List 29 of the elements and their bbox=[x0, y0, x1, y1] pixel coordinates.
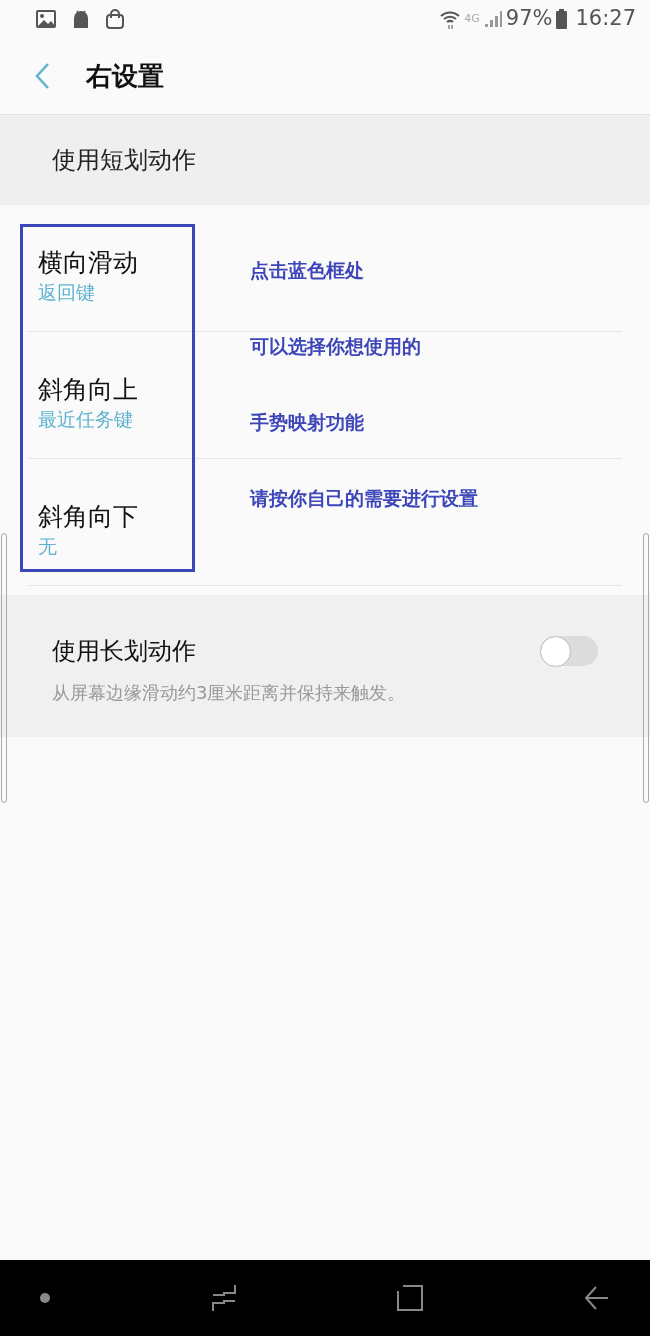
gallery-icon bbox=[36, 10, 56, 28]
battery-icon bbox=[556, 9, 568, 29]
shopping-bag-icon bbox=[106, 9, 124, 29]
annotation-note: 点击蓝色框处 bbox=[250, 258, 365, 283]
android-icon bbox=[72, 9, 90, 29]
item-title: 斜角向下 bbox=[38, 501, 138, 534]
page-title: 右设置 bbox=[86, 59, 164, 93]
item-title: 横向滑动 bbox=[38, 247, 138, 280]
dot-icon[interactable] bbox=[40, 1293, 50, 1303]
item-value: 无 bbox=[38, 533, 57, 559]
setting-description: 从屏幕边缘滑动约3厘米距离并保持来触发。 bbox=[52, 681, 407, 705]
signal-icon bbox=[483, 10, 502, 28]
toggle-switch[interactable] bbox=[540, 636, 598, 666]
setting-title: 使用长划动作 bbox=[52, 636, 197, 667]
network-type-label: 4G bbox=[464, 10, 480, 27]
back-icon bbox=[34, 62, 50, 90]
back-arrow-icon[interactable] bbox=[583, 1285, 610, 1311]
item-value: 最近任务键 bbox=[38, 406, 133, 432]
wifi-icon bbox=[440, 9, 461, 29]
clock: 16:27 bbox=[575, 5, 636, 33]
battery-percent: 97% bbox=[505, 5, 553, 33]
annotation-note: 手势映射功能 bbox=[250, 410, 365, 435]
recent-apps-icon[interactable] bbox=[210, 1284, 237, 1312]
item-title: 斜角向上 bbox=[38, 374, 138, 407]
annotation-note: 请按你自己的需要进行设置 bbox=[250, 486, 478, 511]
home-icon[interactable] bbox=[397, 1285, 424, 1311]
item-value: 返回键 bbox=[38, 279, 95, 305]
section-header[interactable]: 使用短划动作 bbox=[0, 115, 650, 205]
annotation-note: 可以选择你想使用的 bbox=[250, 334, 422, 359]
